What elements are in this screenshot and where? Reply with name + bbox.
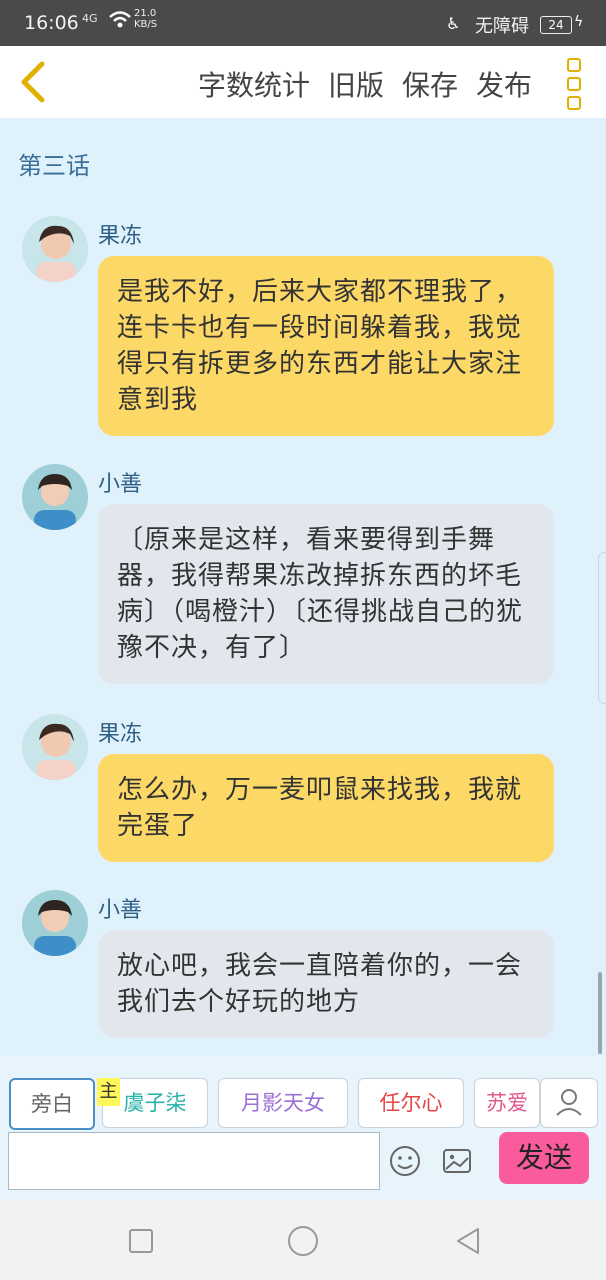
battery-icon: 24 xyxy=(540,16,572,34)
editor-toolbar: 字数统计 旧版 保存 发布 xyxy=(0,46,606,118)
accessibility-icon: ♿ xyxy=(446,14,461,33)
network-type: 4G xyxy=(82,12,98,25)
charging-icon: ϟ xyxy=(574,14,584,30)
character-chip[interactable]: 月影天女 xyxy=(218,1078,348,1128)
composer-panel: 旁白 虞子柒 主 月影天女 任尔心 苏爱 发送 xyxy=(0,1056,606,1200)
message-bubble[interactable]: 是我不好，后来大家都不理我了，连卡卡也有一段时间躲着我，我觉得只有拆更多的东西才… xyxy=(98,256,554,436)
scrollbar[interactable] xyxy=(598,972,602,1054)
speaker-name: 果冻 xyxy=(98,224,143,249)
character-chip[interactable]: 苏爱 xyxy=(474,1078,540,1128)
old-version-button[interactable]: 旧版 xyxy=(328,64,384,104)
network-speed-value: 21.0 xyxy=(134,8,157,19)
speaker-name: 果冻 xyxy=(98,722,143,747)
network-speed: 21.0 KB/S xyxy=(134,8,157,30)
image-icon[interactable] xyxy=(440,1144,474,1178)
message-bubble[interactable]: 〔原来是这样，看来要得到手舞器，我得帮果冻改掉拆东西的坏毛病〕（喝橙汁）〔还得挑… xyxy=(98,504,554,684)
publish-button[interactable]: 发布 xyxy=(476,64,532,104)
back-nav-icon[interactable] xyxy=(452,1224,486,1258)
avatar[interactable] xyxy=(22,216,88,282)
emoji-icon[interactable] xyxy=(388,1144,422,1178)
side-drawer-handle[interactable] xyxy=(598,552,606,704)
word-count-button[interactable]: 字数统计 xyxy=(198,64,310,104)
wifi-icon xyxy=(108,9,132,36)
message-input[interactable] xyxy=(8,1132,380,1190)
chapter-title: 第三话 xyxy=(18,152,90,180)
system-nav-bar xyxy=(0,1200,606,1280)
network-speed-unit: KB/S xyxy=(134,19,158,30)
speaker-name: 小善 xyxy=(98,898,143,923)
status-bar: 16:06 4G 21.0 KB/S ♿ 无障碍 24 ϟ xyxy=(0,0,606,46)
character-chip[interactable]: 任尔心 xyxy=(358,1078,464,1128)
main-character-badge: 主 xyxy=(97,1078,120,1106)
avatar[interactable] xyxy=(22,714,88,780)
message-bubble[interactable]: 怎么办，万一麦叩鼠来找我，我就完蛋了 xyxy=(98,754,554,862)
toolbar-actions: 字数统计 旧版 保存 发布 xyxy=(198,64,532,104)
chat-content: 第三话 果冻 是我不好，后来大家都不理我了，连卡卡也有一段时间躲着我，我觉得只有… xyxy=(0,118,606,1056)
avatar[interactable] xyxy=(22,464,88,530)
speaker-name: 小善 xyxy=(98,472,143,497)
send-button[interactable]: 发送 xyxy=(499,1132,589,1184)
avatar[interactable] xyxy=(22,890,88,956)
accessibility-label: 无障碍 xyxy=(475,16,529,37)
message-bubble[interactable]: 放心吧，我会一直陪着你的，一会我们去个好玩的地方 xyxy=(98,930,554,1038)
status-time: 16:06 xyxy=(24,12,79,34)
home-icon[interactable] xyxy=(286,1224,320,1258)
user-icon[interactable] xyxy=(540,1078,598,1128)
recent-apps-icon[interactable] xyxy=(124,1224,158,1258)
more-menu-icon[interactable] xyxy=(562,58,586,110)
save-button[interactable]: 保存 xyxy=(402,64,458,104)
character-chip[interactable]: 旁白 xyxy=(9,1078,95,1130)
back-button[interactable] xyxy=(14,60,54,104)
